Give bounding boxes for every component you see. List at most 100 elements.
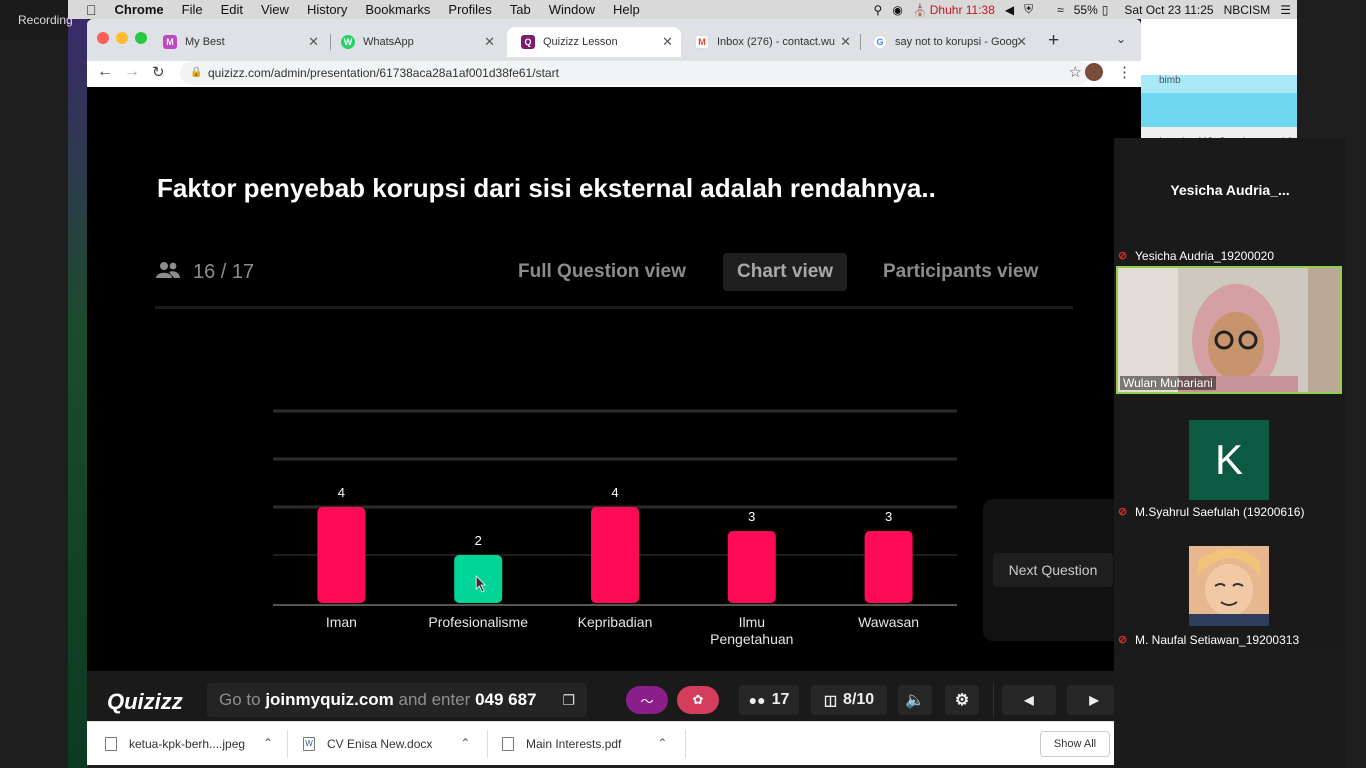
show-all-downloads-button[interactable]: Show All: [1040, 731, 1110, 757]
participant-video[interactable]: Wulan Muhariani: [1116, 266, 1342, 394]
apple-icon[interactable]: : [86, 2, 97, 18]
reload-icon[interactable]: ↻: [152, 63, 165, 81]
category-label: Profesionalisme: [428, 614, 528, 630]
back-arrow-icon[interactable]: ←: [97, 63, 113, 81]
chart-bar: [591, 507, 639, 603]
previous-slide-icon[interactable]: ◀: [1002, 685, 1056, 715]
tab-quizizz-lesson[interactable]: Q Quizizz Lesson ✕: [507, 27, 681, 57]
profile-avatar-icon[interactable]: [1085, 63, 1103, 81]
search-icon[interactable]: ⚲: [874, 3, 883, 17]
participant-tile[interactable]: ⊘ M.Syahrul Saefulah (19200616): [1118, 505, 1304, 519]
download-item[interactable]: ketua-kpk-berh....jpeg ⌃: [105, 722, 273, 765]
next-question-button[interactable]: Next Question: [993, 553, 1113, 587]
prayer-time[interactable]: Dhuhr 11:38: [930, 3, 995, 17]
desktop-wallpaper: [68, 18, 88, 768]
download-filename: CV Enisa New.docx: [327, 737, 433, 751]
download-filename: Main Interests.pdf: [526, 737, 622, 751]
tab-chart-view[interactable]: Chart view: [723, 253, 848, 291]
browser-toolbar: ← → ↻ 🔒 quizizz.com/admin/presentation/6…: [87, 61, 1141, 87]
menu-app-name[interactable]: Chrome: [115, 2, 164, 17]
players-icon: ●●: [748, 692, 766, 708]
participant-video-frame: [1118, 268, 1340, 392]
brain-icon[interactable]: ✿: [677, 686, 719, 714]
lock-icon[interactable]: 🔒: [190, 61, 202, 85]
wifi-icon[interactable]: ≈: [1057, 3, 1064, 17]
copy-icon[interactable]: ❐: [562, 683, 575, 717]
battery-icon[interactable]: ▯: [1102, 3, 1109, 17]
user-name[interactable]: NBCISM: [1224, 3, 1271, 17]
chevron-up-icon[interactable]: ⌃: [263, 736, 273, 750]
download-item[interactable]: W CV Enisa New.docx ⌃: [303, 722, 470, 765]
clock[interactable]: Sat Oct 23 11:25: [1124, 3, 1213, 17]
battery-percent[interactable]: 55%: [1074, 3, 1098, 17]
menu-edit[interactable]: Edit: [221, 2, 243, 17]
responses-count: 16 / 17: [155, 261, 254, 284]
close-tab-icon[interactable]: ✕: [662, 34, 673, 50]
question-progress-button[interactable]: ◫ 8/10: [811, 685, 887, 715]
menu-help[interactable]: Help: [613, 2, 640, 17]
close-tab-icon[interactable]: ✕: [484, 34, 495, 50]
tab-strip: M My Best ✕ W WhatsApp ✕ Q Quizizz Lesso…: [87, 19, 1141, 61]
chart-bar: [727, 531, 776, 603]
address-bar[interactable]: 🔒 quizizz.com/admin/presentation/61738ac…: [180, 61, 1090, 85]
menu-file[interactable]: File: [182, 2, 203, 17]
close-tab-icon[interactable]: ✕: [308, 34, 319, 50]
my-best-favicon-icon: M: [163, 35, 177, 49]
menu-window[interactable]: Window: [549, 2, 595, 17]
users-icon: [155, 261, 181, 284]
close-tab-icon[interactable]: ✕: [1016, 34, 1027, 50]
bar-value-label: 3: [885, 509, 892, 524]
close-window-icon[interactable]: [97, 32, 109, 44]
tab-whatsapp[interactable]: W WhatsApp ✕: [327, 27, 503, 57]
tab-gmail-inbox[interactable]: M Inbox (276) - contact.wu ✕: [681, 27, 859, 57]
participant-tile[interactable]: ⊘ M. Naufal Setiawan_19200313: [1118, 633, 1299, 647]
category-label: Ilmu: [739, 614, 765, 630]
bookmark-star-icon[interactable]: ☆: [1069, 61, 1082, 85]
forward-arrow-icon[interactable]: →: [124, 63, 140, 81]
chevron-up-icon[interactable]: ⌃: [657, 736, 667, 750]
close-tab-icon[interactable]: ✕: [840, 34, 851, 50]
muted-mic-icon: ⊘: [1118, 249, 1128, 262]
word-file-icon: W: [303, 737, 315, 751]
chart-bar: [317, 507, 366, 603]
tab-participants-view[interactable]: Participants view: [883, 253, 1038, 291]
participant-tile[interactable]: ⊘ Yesicha Audria_19200020: [1118, 249, 1274, 263]
participant-name: M. Naufal Setiawan_19200313: [1135, 633, 1300, 647]
pen-annotation-icon[interactable]: 〜: [626, 686, 668, 714]
browser-menu-icon[interactable]: ⋮: [1117, 63, 1132, 81]
address-text: quizizz.com/admin/presentation/61738aca2…: [208, 66, 559, 80]
notification-icon[interactable]: ◀: [1005, 3, 1014, 17]
bar-value-label: 2: [475, 533, 482, 548]
new-tab-plus-icon[interactable]: +: [1048, 30, 1059, 52]
minimize-window-icon[interactable]: [116, 32, 128, 44]
join-code-box[interactable]: Go to joinmyquiz.com and enter 049 687 ❐: [207, 683, 587, 717]
menu-bookmarks[interactable]: Bookmarks: [365, 2, 430, 17]
bar-value-label: 4: [338, 485, 345, 500]
menu-history[interactable]: History: [307, 2, 347, 17]
download-separator: [287, 730, 288, 758]
players-button[interactable]: ●● 17: [739, 685, 799, 715]
menu-tab[interactable]: Tab: [510, 2, 531, 17]
download-item[interactable]: Main Interests.pdf ⌃: [502, 722, 667, 765]
zoom-window-icon[interactable]: [135, 32, 147, 44]
control-center-icon[interactable]: ☰: [1280, 3, 1291, 17]
next-slide-icon[interactable]: ▶: [1067, 685, 1121, 715]
participant-avatar-letter: K: [1189, 420, 1269, 500]
menu-view[interactable]: View: [261, 2, 289, 17]
volume-icon[interactable]: 🔈: [898, 685, 932, 715]
background-search-field[interactable]: bimb: [1141, 75, 1297, 93]
settings-gear-icon[interactable]: ⚙: [945, 685, 979, 715]
view-divider: [155, 306, 1073, 309]
extension-icon[interactable]: ◉: [892, 3, 902, 17]
bar-value-label: 3: [748, 509, 755, 524]
tab-google-search[interactable]: G say not to korupsi - Goog ✕: [859, 27, 1035, 57]
tab-full-question-view[interactable]: Full Question view: [518, 253, 686, 291]
tab-label: My Best: [185, 36, 225, 48]
tab-search-chevron-icon[interactable]: ⌄: [1116, 32, 1126, 46]
chevron-up-icon[interactable]: ⌃: [460, 736, 470, 750]
shield-icon[interactable]: ⛨: [1024, 2, 1033, 17]
menu-profiles[interactable]: Profiles: [448, 2, 491, 17]
participant-name: M.Syahrul Saefulah (19200616): [1135, 505, 1305, 519]
tab-my-best[interactable]: M My Best ✕: [149, 27, 327, 57]
mosque-icon[interactable]: ⛪: [913, 3, 928, 17]
